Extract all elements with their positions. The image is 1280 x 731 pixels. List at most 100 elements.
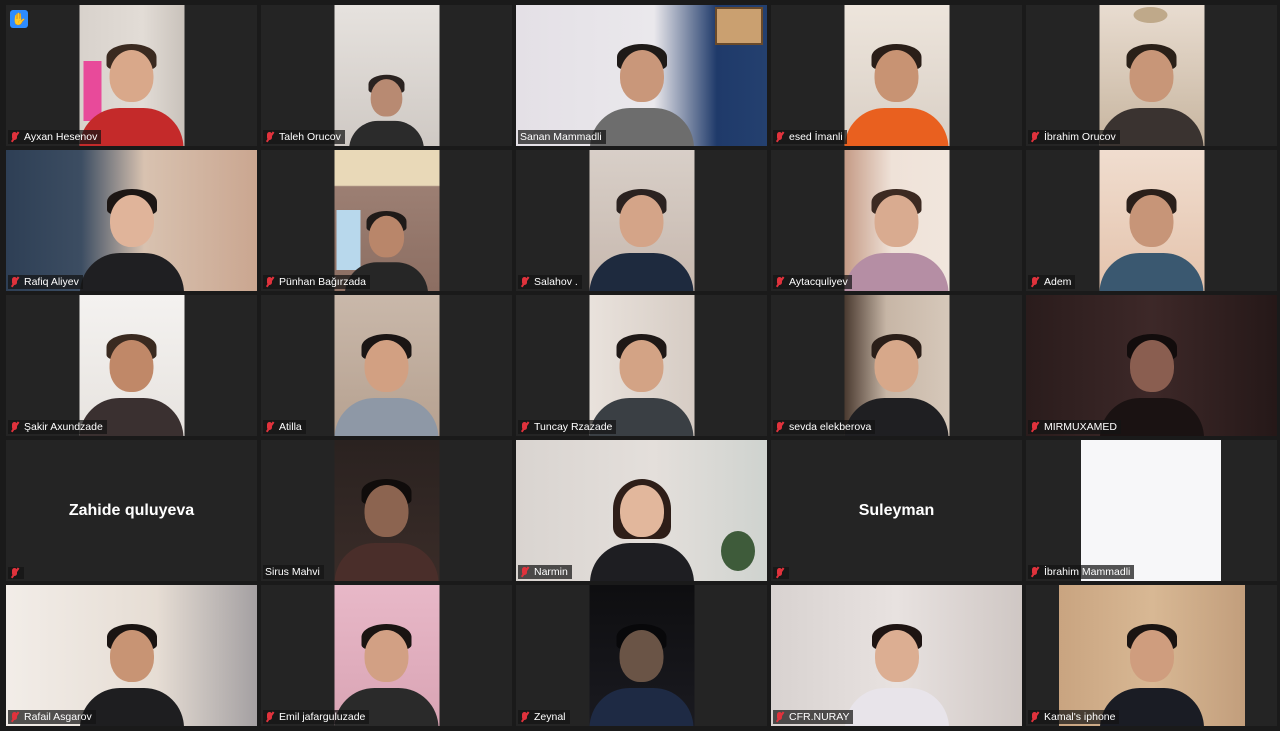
- participant-tile[interactable]: İbrahim Mammadli: [1026, 440, 1277, 581]
- participant-tile[interactable]: Aytacquliyev: [771, 150, 1022, 291]
- participant-video: [1081, 440, 1221, 581]
- muted-mic-icon: [775, 276, 785, 288]
- participant-tile[interactable]: Rafiq Aliyev: [6, 150, 257, 291]
- participant-video: [589, 295, 694, 436]
- participant-tile[interactable]: Adem: [1026, 150, 1277, 291]
- participant-name-label: Tuncay Rzazade: [518, 420, 617, 434]
- participant-video: [6, 585, 257, 726]
- muted-mic-icon: [1030, 131, 1040, 143]
- participant-video: [844, 150, 949, 291]
- participant-name-label: Aytacquliyev: [773, 275, 852, 289]
- participant-display-name: Zahide quluyeva: [68, 501, 195, 519]
- participant-tile[interactable]: Ayxan Hesenov: [6, 5, 257, 146]
- participant-tile-active-speaker[interactable]: Sanan Mammadli: [516, 5, 767, 146]
- participant-name-label: Şakir Axundzade: [8, 420, 107, 434]
- muted-mic-icon: [1030, 421, 1040, 433]
- raise-hand-icon[interactable]: ✋: [10, 10, 28, 28]
- participant-video: [1099, 150, 1204, 291]
- participant-name-label: Narmin: [518, 565, 572, 579]
- participant-name-label: sevda elekberova: [773, 420, 876, 434]
- participant-video: [844, 295, 949, 436]
- participant-name-label: [8, 567, 24, 579]
- participant-tile[interactable]: Narmin: [516, 440, 767, 581]
- participant-name-label: Sirus Mahvi: [263, 565, 324, 579]
- participant-tile[interactable]: Salahov .: [516, 150, 767, 291]
- participant-name-label: Rafail Asgarov: [8, 710, 96, 724]
- participant-tile[interactable]: Atilla: [261, 295, 512, 436]
- participant-video: [334, 585, 439, 726]
- muted-mic-icon: [775, 421, 785, 433]
- participant-tile[interactable]: Kamal's iphone: [1026, 585, 1277, 726]
- muted-mic-icon: [10, 276, 20, 288]
- participant-tile[interactable]: sevda elekberova: [771, 295, 1022, 436]
- muted-mic-icon: [265, 711, 275, 723]
- muted-mic-icon: [520, 421, 530, 433]
- participant-tile[interactable]: Pünhan Bağırzada: [261, 150, 512, 291]
- participant-name-label: Pünhan Bağırzada: [263, 275, 370, 289]
- participant-tile[interactable]: CFR.NURAY: [771, 585, 1022, 726]
- participant-display-name: Suleyman: [858, 501, 935, 519]
- participant-video: [1099, 5, 1204, 146]
- participant-video: [334, 295, 439, 436]
- muted-mic-icon: [265, 276, 275, 288]
- gallery-grid: Ayxan Hesenov Taleh Orucov Sanan Mammadl…: [6, 5, 1277, 727]
- participant-video: [334, 5, 439, 146]
- muted-mic-icon: [775, 131, 785, 143]
- participant-video: [844, 5, 949, 146]
- participant-name-label: [773, 567, 789, 579]
- participant-tile[interactable]: Şakir Axundzade: [6, 295, 257, 436]
- muted-mic-icon: [10, 567, 20, 579]
- participant-name-label: Atilla: [263, 420, 306, 434]
- muted-mic-icon: [1030, 276, 1040, 288]
- participant-tile[interactable]: İbrahim Orucov: [1026, 5, 1277, 146]
- participant-video: [79, 295, 184, 436]
- muted-mic-icon: [520, 566, 530, 578]
- muted-mic-icon: [1030, 566, 1040, 578]
- participant-name-label: Ayxan Hesenov: [8, 130, 102, 144]
- participant-name-label: CFR.NURAY: [773, 710, 854, 724]
- muted-mic-icon: [775, 567, 785, 579]
- muted-mic-icon: [10, 421, 20, 433]
- participant-name-label: MIRMUXAMED: [1028, 420, 1121, 434]
- participant-video: [6, 150, 257, 291]
- participant-name-label: İbrahim Mammadli: [1028, 565, 1135, 579]
- muted-mic-icon: [265, 421, 275, 433]
- participant-name-label: Salahov .: [518, 275, 582, 289]
- muted-mic-icon: [520, 711, 530, 723]
- muted-mic-icon: [520, 276, 530, 288]
- participant-tile[interactable]: Rafail Asgarov: [6, 585, 257, 726]
- muted-mic-icon: [1030, 711, 1040, 723]
- participant-tile-video-off[interactable]: Zahide quluyeva: [6, 440, 257, 581]
- participant-tile-video-off[interactable]: Suleyman: [771, 440, 1022, 581]
- participant-tile[interactable]: Zeynal: [516, 585, 767, 726]
- participant-video: [1058, 585, 1245, 726]
- participant-video: [334, 440, 439, 581]
- participant-video: [516, 5, 767, 146]
- participant-name-label: Kamal's iphone: [1028, 710, 1120, 724]
- participant-video: [771, 585, 1022, 726]
- participant-video: [589, 150, 694, 291]
- participant-tile[interactable]: esed İmanli: [771, 5, 1022, 146]
- participant-video: [79, 5, 184, 146]
- participant-name-label: Adem: [1028, 275, 1076, 289]
- participant-tile[interactable]: MIRMUXAMED: [1026, 295, 1277, 436]
- participant-name-label: Sanan Mammadli: [518, 130, 606, 144]
- participant-name-label: Rafiq Aliyev: [8, 275, 83, 289]
- muted-mic-icon: [265, 131, 275, 143]
- participant-video: [1026, 295, 1277, 436]
- participant-tile[interactable]: Emil jafarguluzade: [261, 585, 512, 726]
- participant-name-label: esed İmanli: [773, 130, 847, 144]
- participant-name-label: Taleh Orucov: [263, 130, 345, 144]
- muted-mic-icon: [775, 711, 785, 723]
- participant-tile[interactable]: Tuncay Rzazade: [516, 295, 767, 436]
- participant-video: [589, 585, 694, 726]
- participant-name-label: Zeynal: [518, 710, 570, 724]
- participant-video: [516, 440, 767, 581]
- participant-tile[interactable]: Sirus Mahvi: [261, 440, 512, 581]
- muted-mic-icon: [10, 711, 20, 723]
- participant-name-label: İbrahim Orucov: [1028, 130, 1120, 144]
- muted-mic-icon: [10, 131, 20, 143]
- participant-tile[interactable]: Taleh Orucov: [261, 5, 512, 146]
- participant-video: [334, 150, 439, 291]
- participant-name-label: Emil jafarguluzade: [263, 710, 370, 724]
